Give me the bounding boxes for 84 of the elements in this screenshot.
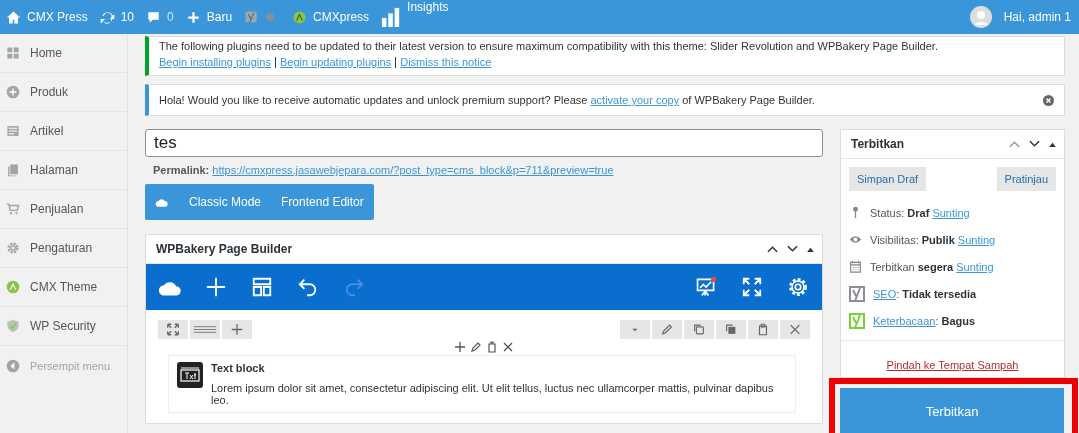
collapse-menu-button[interactable]: Persempit menu xyxy=(0,346,127,385)
trash-link[interactable]: Pindah ke Tempat Sampah xyxy=(886,359,1019,371)
shield-icon xyxy=(6,319,20,333)
meta-text: Visibilitas: Publik Sunting xyxy=(870,233,996,246)
collapse-icon[interactable] xyxy=(807,246,814,252)
activate-link[interactable]: activate your copy xyxy=(590,94,680,106)
move-down-icon[interactable] xyxy=(787,245,798,253)
close-icon[interactable] xyxy=(780,320,810,339)
edit-link[interactable]: Sunting xyxy=(956,260,994,273)
sidebar-item[interactable]: Produk xyxy=(0,73,127,112)
edit-link[interactable]: Sunting xyxy=(957,233,996,246)
duplicate-icon[interactable] xyxy=(716,320,746,339)
sidebar-item[interactable]: Halaman xyxy=(0,151,127,190)
meta-text: Status: Draf Sunting xyxy=(870,206,970,219)
close-icon[interactable] xyxy=(502,341,514,353)
move-up-icon[interactable] xyxy=(767,245,778,253)
score-text: Keterbacaan: Bagus xyxy=(873,314,976,327)
text-block-icon xyxy=(177,362,203,388)
theme-link[interactable]: CMXpress xyxy=(292,9,370,25)
pages-icon xyxy=(6,163,20,177)
move-down-icon[interactable] xyxy=(1029,140,1040,148)
cloud-icon xyxy=(155,196,169,208)
mode-button[interactable]: Classic Mode xyxy=(189,195,262,209)
site-link[interactable]: CMX Press xyxy=(6,9,88,25)
layout-icon[interactable] xyxy=(250,276,274,298)
notice-text: Hola! Would you like to receive automatic updates and unlock premium support? Please activate your copy of WPBakery Page Builder. xyxy=(159,94,815,106)
preview-button[interactable]: Pratinjau xyxy=(996,167,1056,191)
document-icon xyxy=(6,124,20,138)
home-icon xyxy=(6,9,21,25)
plus-icon xyxy=(185,9,201,25)
permalink-text: Permalink: https://cmxpress.jasawebjepara.com/?post_type=cms_block&p=711&preview=true xyxy=(153,164,615,176)
element-text: Lorem ipsum dolor sit amet, consectetur adipiscing elit. Ut elit tellus, luctus nec ullamcorper mattis, pulvinar dapibus leo. xyxy=(211,382,775,406)
plus-icon xyxy=(6,85,20,99)
paste-icon[interactable] xyxy=(748,320,778,339)
notice-link[interactable]: Begin updating plugins xyxy=(279,56,392,68)
expand-icon[interactable] xyxy=(158,320,188,339)
refresh-icon xyxy=(99,9,115,25)
sidebar-item[interactable]: Penjualan xyxy=(0,190,127,229)
panel-title: WPBakery Page Builder xyxy=(156,242,293,256)
collapse-icon[interactable] xyxy=(1049,141,1056,147)
speech-bubble-icon xyxy=(146,9,162,25)
new-link[interactable]: Baru xyxy=(185,9,233,25)
title-field[interactable]: tes xyxy=(145,129,823,157)
avatar-icon xyxy=(969,6,992,28)
gear-icon xyxy=(6,241,20,255)
edit-link[interactable]: Sunting xyxy=(932,206,970,219)
score-text: SEO: Tidak tersedia xyxy=(873,287,977,300)
edit-icon[interactable] xyxy=(470,341,482,353)
sidebar-item[interactable]: Home xyxy=(0,34,127,73)
status-dot-icon xyxy=(266,13,275,21)
settings-icon[interactable] xyxy=(786,276,810,298)
eye-icon xyxy=(849,233,862,246)
sidebar-item[interactable]: CMX Theme xyxy=(0,268,127,307)
calendar-icon xyxy=(849,260,862,273)
mode-button[interactable]: Frontend Editor xyxy=(281,195,364,209)
account-link[interactable]: Hai, admin 1 xyxy=(969,6,1071,28)
bar-chart-icon xyxy=(381,6,402,28)
element-title: Text block xyxy=(211,362,266,374)
dismiss-icon[interactable] xyxy=(1043,94,1054,106)
notice-text: The following plugins need to be updated to their latest version to ensure maximum compatibility with this theme: Slider Revolution and WPBakery Page Builder. xyxy=(159,40,939,52)
meta-text: Terbitkan segera Sunting xyxy=(870,260,994,273)
save-draft-button[interactable]: Simpan Draf xyxy=(849,167,927,191)
comments-link[interactable]: 0 xyxy=(146,9,174,25)
publish-button[interactable]: Terbitkan xyxy=(840,388,1064,433)
add-icon[interactable] xyxy=(454,341,466,353)
cart-icon xyxy=(6,202,20,216)
updates-link[interactable]: 10 xyxy=(99,9,135,25)
drag-handle-icon[interactable] xyxy=(190,320,220,339)
paste-icon[interactable] xyxy=(486,341,498,353)
sidebar-item[interactable]: WP Security xyxy=(0,307,127,346)
sidebar-item[interactable]: Pengaturan xyxy=(0,229,127,268)
copy-icon[interactable] xyxy=(684,320,714,339)
notice-link[interactable]: Begin installing plugins xyxy=(159,56,271,68)
text-block-element[interactable]: Text block Lorem ipsum dolor sit amet, consectetur adipiscing elit. Ut elit tellus, luctus nec ullamcorper mattis, pulvinar dapibus leo. xyxy=(168,355,796,413)
fullscreen-icon[interactable] xyxy=(740,276,764,298)
edit-icon[interactable] xyxy=(652,320,682,339)
add-icon[interactable] xyxy=(222,320,252,339)
panel-title: Terbitkan xyxy=(851,137,905,151)
sidebar-item[interactable]: Artikel xyxy=(0,112,127,151)
presentation-chart-icon[interactable] xyxy=(694,276,718,298)
grid-icon xyxy=(6,46,20,60)
notice-link[interactable]: Dismiss this notice xyxy=(400,56,492,68)
permalink-link[interactable]: https://cmxpress.jasawebjepara.com/?post_type=cms_block&p=711&preview=true xyxy=(212,164,614,176)
theme-logo-icon xyxy=(292,9,308,25)
